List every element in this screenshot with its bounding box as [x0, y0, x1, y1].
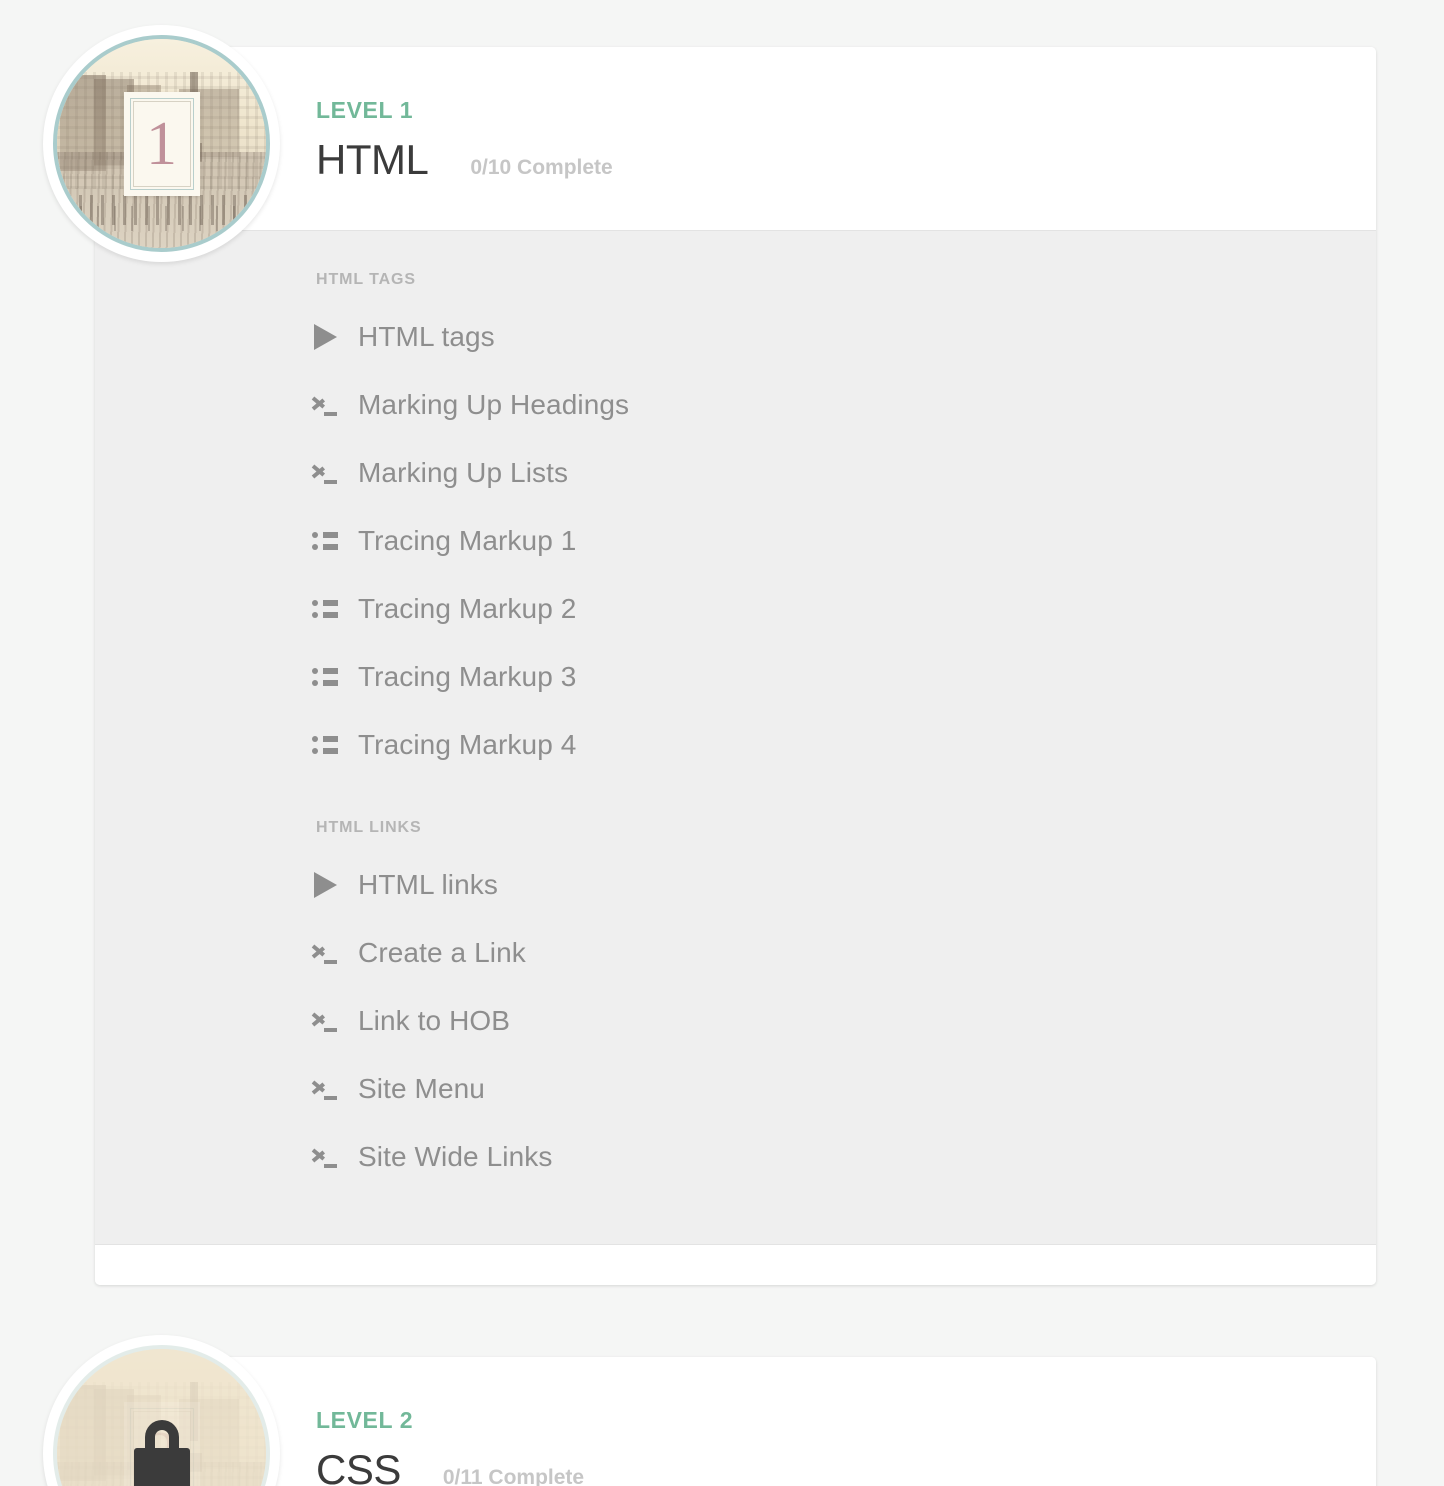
lesson-item-tracing-markup-4[interactable]: Tracing Markup 4: [95, 711, 1376, 779]
section-header-html-links: HTML LINKS: [316, 819, 422, 836]
lesson-label: Tracing Markup 3: [358, 661, 577, 692]
level-eyebrow: LEVEL 1: [316, 97, 414, 123]
level-card-header: 1 LEVEL 1 HTML 0/10 Complete: [43, 25, 1376, 262]
lock-icon: [133, 1419, 190, 1486]
list-icon: [312, 532, 358, 550]
level-progress: 0/11 Complete: [442, 1466, 585, 1486]
level-eyebrow: LEVEL 2: [316, 1407, 414, 1433]
badge-inner: 1: [53, 35, 270, 252]
lesson-label: Tracing Markup 1: [358, 525, 577, 556]
lesson-item-create-a-link[interactable]: Create a Link: [95, 919, 1376, 987]
lesson-item-tracing-markup-2[interactable]: Tracing Markup 2: [95, 575, 1376, 643]
lesson-label: Marking Up Lists: [358, 457, 569, 488]
terminal-icon: [311, 940, 358, 966]
lesson-item-marking-up-lists[interactable]: Marking Up Lists: [95, 439, 1376, 507]
lesson-item-tracing-markup-3[interactable]: Tracing Markup 3: [95, 643, 1376, 711]
badge-number: 1: [146, 109, 177, 178]
lesson-label: Tracing Markup 4: [358, 729, 577, 760]
list-icon: [312, 668, 358, 686]
terminal-icon: [311, 1076, 358, 1102]
level-header-text: LEVEL 2 CSS 0/11 Complete: [316, 1409, 584, 1486]
level-list-page: 1 LEVEL 1 HTML 0/10 Complete HTML TAGS H…: [0, 0, 1444, 1486]
level-card-header: 2 LEVEL 2 CSS 0/11 Complete: [43, 1335, 1376, 1486]
lesson-item-html-tags[interactable]: HTML tags: [95, 303, 1376, 371]
lesson-item-marking-up-headings[interactable]: Marking Up Headings: [95, 371, 1376, 439]
play-icon: [312, 872, 358, 898]
section-header-html-tags: HTML TAGS: [316, 271, 416, 288]
lesson-label: Tracing Markup 2: [358, 593, 577, 624]
level-title: CSS: [316, 1446, 401, 1486]
level-title-row: HTML 0/10 Complete: [316, 139, 613, 181]
level-progress: 0/10 Complete: [470, 156, 613, 179]
lesson-label: Site Menu: [358, 1073, 485, 1104]
play-icon: [312, 324, 358, 350]
lesson-list: HTML TAGS HTML tags Marking Up Headings …: [95, 231, 1376, 1244]
lesson-label: Marking Up Headings: [358, 389, 630, 420]
lesson-item-tracing-markup-1[interactable]: Tracing Markup 1: [95, 507, 1376, 575]
level-header-text: LEVEL 1 HTML 0/10 Complete: [316, 99, 613, 181]
terminal-icon: [311, 1008, 358, 1034]
lesson-label: Create a Link: [358, 937, 526, 968]
level-badge-1[interactable]: 1: [43, 25, 280, 262]
terminal-icon: [311, 392, 358, 418]
lesson-label: Link to HOB: [358, 1005, 511, 1036]
lesson-label: Site Wide Links: [358, 1141, 553, 1172]
list-icon: [312, 600, 358, 618]
lesson-item-site-wide-links[interactable]: Site Wide Links: [95, 1123, 1376, 1191]
level-card-2[interactable]: 2 LEVEL 2 CSS 0/11 Complete: [43, 1335, 1376, 1486]
lesson-item-html-links[interactable]: HTML links: [95, 851, 1376, 919]
terminal-icon: [311, 460, 358, 486]
list-icon: [312, 736, 358, 754]
terminal-icon: [311, 1144, 358, 1170]
level-card-footer: [95, 1244, 1376, 1285]
lesson-label: HTML tags: [358, 321, 495, 352]
level-title-row: CSS 0/11 Complete: [316, 1449, 584, 1486]
lesson-item-site-menu[interactable]: Site Menu: [95, 1055, 1376, 1123]
badge-inner: 2: [53, 1345, 270, 1486]
level-title: HTML: [316, 136, 429, 183]
level-card-1[interactable]: 1 LEVEL 1 HTML 0/10 Complete HTML TAGS H…: [43, 25, 1376, 1285]
lesson-label: HTML links: [358, 869, 498, 900]
level-badge-2[interactable]: 2: [43, 1335, 280, 1486]
lesson-item-link-to-hob[interactable]: Link to HOB: [95, 987, 1376, 1055]
badge-number-plate: 1: [123, 91, 200, 196]
